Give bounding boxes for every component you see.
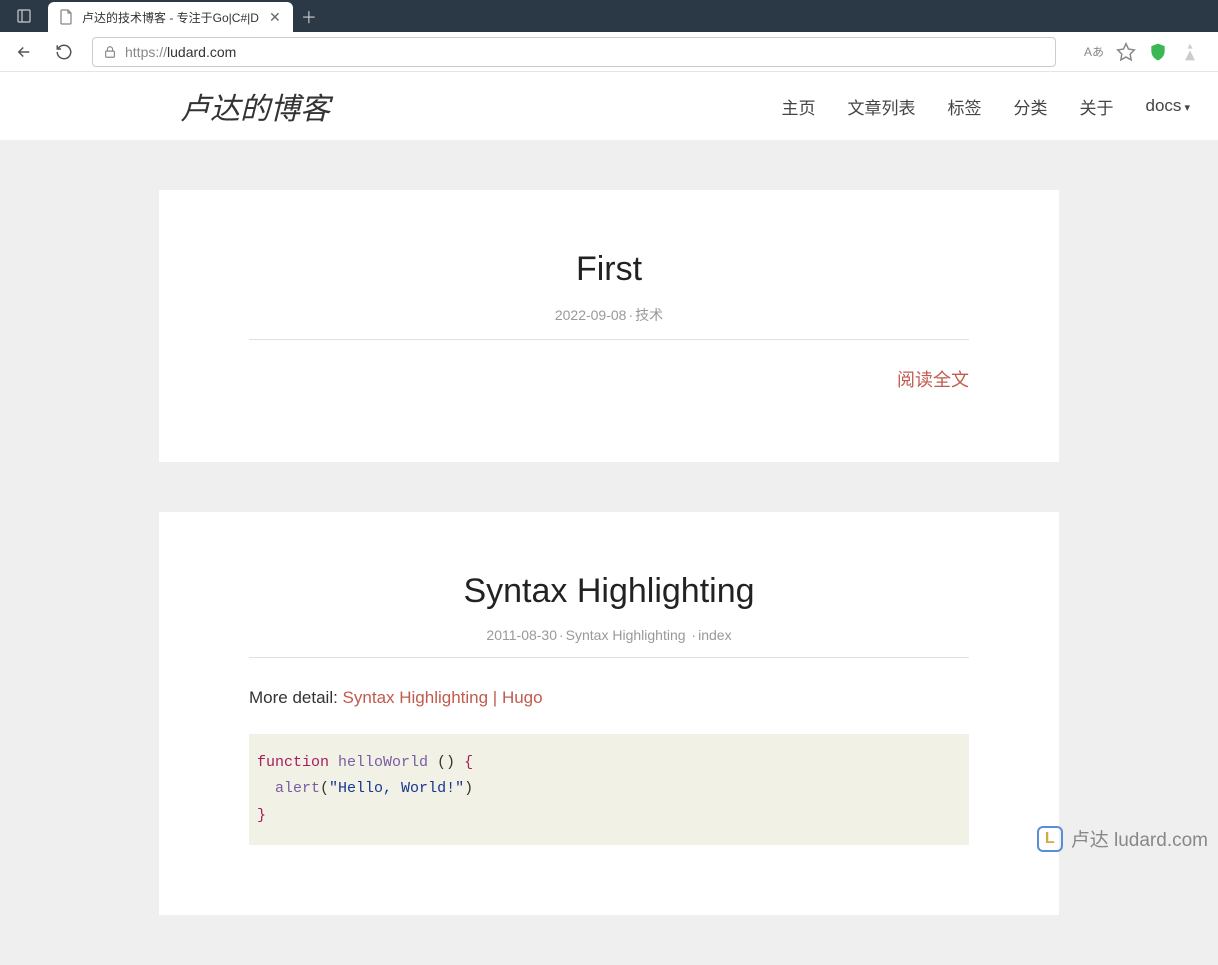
- site-header: 卢达的博客 主页 文章列表 标签 分类 关于 docs: [0, 72, 1218, 140]
- post-card: First 2022-09-08·技术 阅读全文: [159, 190, 1059, 462]
- tab-strip: 卢达的技术博客 - 专注于Go|C#|D ✕ ＋: [0, 0, 1218, 32]
- new-tab-button[interactable]: ＋: [293, 0, 325, 32]
- content-text: More detail:: [249, 688, 343, 707]
- site-nav: 主页 文章列表 标签 分类 关于 docs: [782, 94, 1191, 119]
- url-toolbar: https://ludard.com Aあ: [0, 32, 1218, 72]
- post-meta: 2011-08-30·Syntax Highlighting ·index: [249, 627, 969, 658]
- browser-tab-active[interactable]: 卢达的技术博客 - 专注于Go|C#|D ✕: [48, 2, 293, 32]
- refresh-button[interactable]: [48, 36, 80, 68]
- post-tag[interactable]: index: [698, 627, 731, 643]
- back-button[interactable]: [8, 36, 40, 68]
- nav-tags[interactable]: 标签: [948, 94, 982, 119]
- post-category[interactable]: 技术: [635, 307, 663, 323]
- site-title[interactable]: 卢达的博客: [180, 84, 330, 128]
- address-bar[interactable]: https://ludard.com: [92, 37, 1056, 67]
- tab-title: 卢达的技术博客 - 专注于Go|C#|D: [82, 9, 259, 26]
- post-meta: 2022-09-08·技术: [249, 305, 969, 340]
- sidebar-toggle[interactable]: [0, 0, 48, 32]
- post-category[interactable]: Syntax Highlighting: [566, 627, 686, 643]
- page-favicon: [58, 9, 74, 25]
- nav-about[interactable]: 关于: [1080, 94, 1114, 119]
- lock-icon: [103, 45, 117, 59]
- post-content: More detail: Syntax Highlighting | Hugo …: [249, 688, 969, 845]
- favorite-icon[interactable]: [1116, 42, 1136, 62]
- post-date: 2011-08-30: [486, 627, 557, 643]
- read-more-link[interactable]: 阅读全文: [897, 370, 969, 390]
- url-text: https://ludard.com: [125, 44, 236, 60]
- post-card: Syntax Highlighting 2011-08-30·Syntax Hi…: [159, 512, 1059, 915]
- nav-docs[interactable]: docs: [1146, 96, 1191, 116]
- watermark-text: 卢达 ludard.com: [1071, 825, 1208, 852]
- shield-icon[interactable]: [1148, 42, 1168, 62]
- read-more: 阅读全文: [249, 366, 969, 392]
- profile-icon[interactable]: [1180, 42, 1200, 62]
- nav-categories[interactable]: 分类: [1014, 94, 1048, 119]
- nav-home[interactable]: 主页: [782, 94, 816, 119]
- tab-close-button[interactable]: ✕: [267, 9, 283, 25]
- watermark: L 卢达 ludard.com: [1037, 825, 1208, 852]
- translate-icon[interactable]: Aあ: [1084, 42, 1104, 62]
- code-block: function helloWorld () { alert("Hello, W…: [249, 734, 969, 845]
- nav-posts[interactable]: 文章列表: [848, 94, 916, 119]
- watermark-logo: L: [1037, 826, 1063, 852]
- post-title[interactable]: First: [249, 250, 969, 289]
- post-title[interactable]: Syntax Highlighting: [249, 572, 969, 611]
- post-date: 2022-09-08: [555, 307, 627, 323]
- content-link[interactable]: Syntax Highlighting | Hugo: [343, 688, 543, 707]
- content-area: First 2022-09-08·技术 阅读全文 Syntax Highligh…: [0, 140, 1218, 965]
